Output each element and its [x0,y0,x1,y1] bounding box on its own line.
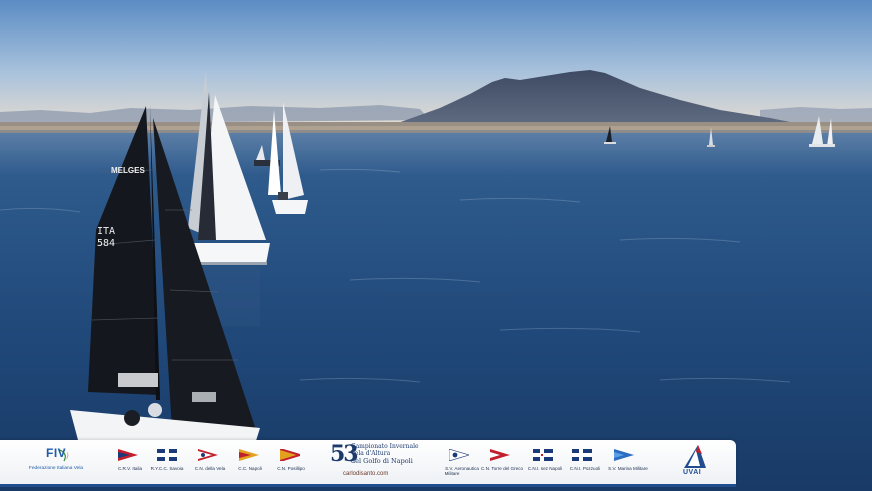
flag-sv-marina-militare-icon [614,449,634,461]
fiv-logo: FIV [46,446,67,460]
flag-rycc-savoia-icon [157,449,177,461]
club-label-8: C.N.I. sez Napoli [527,466,563,471]
championship-line3: del Golfo di Napoli [351,457,413,465]
flag-sv-aeronautica-icon [449,449,469,461]
club-label-1: C.R.V. Italia [117,466,143,471]
flag-cni-napoli-icon [533,449,553,461]
banner-stripe [0,484,736,487]
uvai-sail-icon [684,445,706,468]
club-label-6b: Militare [444,471,460,476]
flag-cc-napoli-icon [239,449,259,461]
photo-scene: MELGES ITA 584 [0,0,872,491]
sail-number: 584 [97,238,115,249]
flag-cn-posillipo-icon [280,449,300,461]
sponsor-text: carlodisanto.com [343,471,389,477]
sail-brand: MELGES [111,166,145,175]
club-label-2: R.Y.C.C. Savoia [150,466,184,471]
club-label-5: C.N. Posillipo [277,466,305,471]
club-label-3: C.N. della Vela [194,466,226,471]
flag-cn-torre-del-greco-icon [490,449,510,461]
flag-crv-italia-icon [118,449,138,461]
fiv-caption: Federazione Italiana Vela [28,466,84,471]
club-label-4: C.C. Napoli [238,466,262,471]
championship-line1: Campionato Invernale [351,443,419,450]
flag-cni-pozzuoli-icon [572,449,592,461]
club-label-10: S.V. Marina Militare [608,466,648,471]
flag-cn-della-vela-icon [198,449,218,461]
club-label-9: C.N.I. Pozzuoli [569,466,601,471]
sail-country: ITA [97,226,115,237]
championship-line2: Vela d'Altura [351,450,391,457]
uvai-logo: UVAI [683,469,702,476]
club-label-7: C.N. Torre del Greco [480,466,524,471]
